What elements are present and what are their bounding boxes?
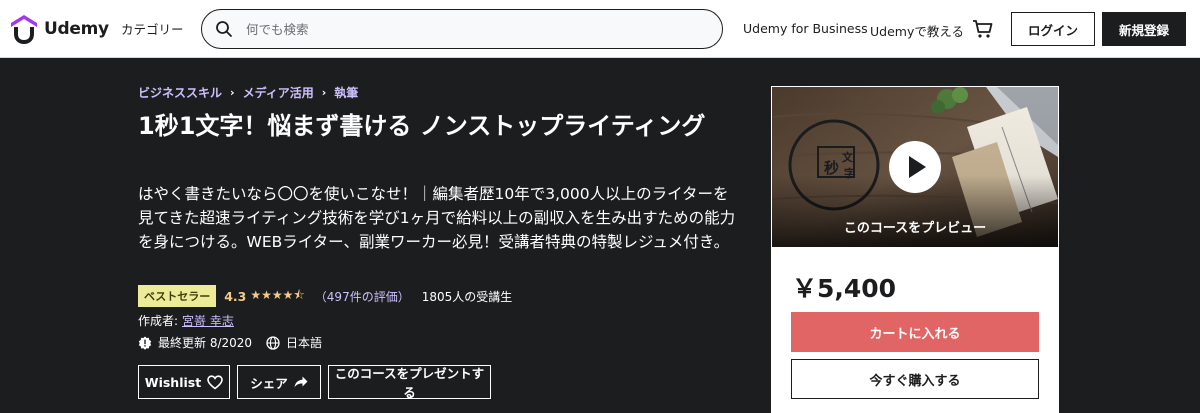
course-preview[interactable]: 秒 文 字 このコースをプレビュー (772, 87, 1058, 247)
author-prefix: 作成者: (138, 314, 179, 328)
alert-badge-icon (138, 336, 152, 350)
course-price: ￥5,400 (792, 274, 897, 303)
student-count: 1805人の受講生 (421, 289, 513, 304)
breadcrumb-item-writing[interactable]: 執筆 (334, 84, 358, 101)
share-label: シェア (250, 375, 288, 391)
share-button[interactable]: シェア (237, 365, 321, 399)
login-button[interactable]: ログイン (1011, 12, 1095, 46)
purchase-card: 秒 文 字 このコースをプレビュー ￥5,400 カートに入れる 今すぐ購入する (771, 86, 1059, 413)
play-button[interactable] (889, 141, 941, 193)
rating-value: 4.3 (224, 288, 247, 304)
add-to-cart-button[interactable]: カートに入れる (791, 312, 1039, 352)
udemy-logo[interactable]: Udemy (8, 14, 109, 44)
star-rating-icon: ★★★★⯪ (250, 287, 305, 302)
rating-row: ベストセラー 4.3 ★★★★⯪ （497件の評価） 1805人の受講生 (138, 285, 512, 307)
author-link[interactable]: 宮嵜 幸志 (182, 314, 234, 328)
globe-icon (266, 335, 280, 350)
cart-icon[interactable] (971, 17, 995, 41)
buy-now-button[interactable]: 今すぐ購入する (791, 359, 1039, 399)
top-header: Udemy カテゴリー Udemy for Business Udemyで教える… (0, 0, 1200, 58)
breadcrumb-item-media[interactable]: メディア活用 (243, 84, 314, 101)
breadcrumb-item-business-skills[interactable]: ビジネススキル (138, 84, 222, 101)
rating-count-link[interactable]: （497件の評価） (315, 288, 410, 305)
signup-button[interactable]: 新規登録 (1102, 12, 1186, 46)
categories-menu[interactable]: カテゴリー (121, 19, 184, 38)
udemy-logo-icon (11, 15, 37, 44)
heart-icon (207, 374, 224, 389)
search-input[interactable] (246, 18, 706, 40)
preview-label: このコースをプレビュー (843, 221, 987, 236)
wishlist-label: Wishlist (144, 374, 202, 390)
search-bar[interactable] (201, 9, 723, 49)
teach-on-udemy-link[interactable]: Udemyで教える (870, 21, 964, 40)
udemy-business-link[interactable]: Udemy for Business (743, 21, 868, 36)
course-language: 日本語 (286, 336, 323, 350)
gift-course-button[interactable]: このコースをプレゼントする (328, 365, 491, 400)
course-title: 1秒1文字！悩まず書ける ノンストップライティング (138, 112, 706, 140)
share-arrow-icon (294, 376, 308, 388)
play-icon (909, 156, 926, 178)
search-icon[interactable] (215, 20, 233, 38)
logo-text: Udemy (44, 19, 109, 39)
breadcrumb: ビジネススキル › メディア活用 › 執筆 (138, 84, 358, 101)
wishlist-button[interactable]: Wishlist (138, 365, 230, 399)
chevron-right-icon: › (321, 86, 327, 99)
action-buttons: Wishlist シェア このコースをプレゼントする (138, 365, 498, 400)
course-subtitle: はやく書きたいなら〇〇を使いこなせ！｜編集者歴10年で3,000人以上のライター… (138, 185, 736, 251)
chevron-right-icon: › (230, 86, 235, 99)
author-row: 作成者: 宮嵜 幸志 (138, 312, 234, 329)
last-updated: 最終更新 8/2020 (158, 336, 253, 350)
meta-row: 最終更新 8/2020 日本語 (138, 334, 322, 351)
bestseller-badge: ベストセラー (138, 285, 217, 307)
